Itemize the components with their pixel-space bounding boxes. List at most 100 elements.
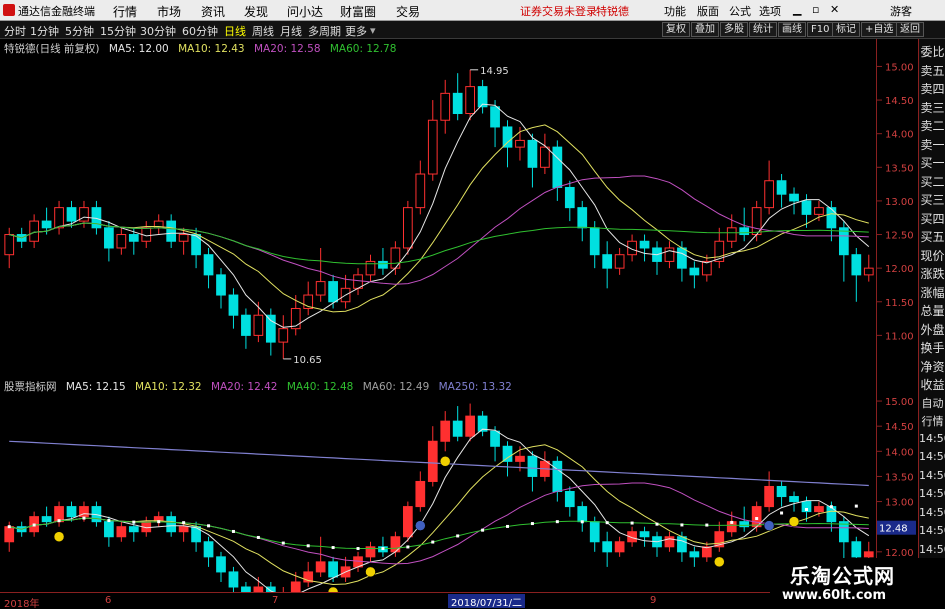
period-weekly[interactable]: 周线 <box>252 23 274 39</box>
ma40-dot <box>655 522 659 526</box>
menu-trade[interactable]: 交易 <box>396 3 420 20</box>
menu-quotes[interactable]: 行情 <box>113 3 137 20</box>
close-icon[interactable]: ✕ <box>830 3 839 16</box>
candlestick-chart[interactable]: 15.00 14.50 14.00 13.50 13.00 12.50 12.00 11.50… <box>0 39 918 377</box>
candle-body <box>465 415 476 437</box>
side-tab-item[interactable]: 卖五 <box>919 62 945 79</box>
quote-side-tab[interactable]: 委比卖五 卖四卖三 卖二卖一 买一买二 买三买四 买五现价 涨跌涨幅 总量外盘 换手净资 收益自动… <box>918 39 945 592</box>
indicator-pane[interactable]: 15.0014.5014.0013.5013.0012.5012.0012.48… <box>0 377 916 592</box>
side-tab-item[interactable]: 买一 <box>919 154 945 171</box>
period-5min[interactable]: 5分钟 <box>65 23 94 39</box>
menu-market[interactable]: 市场 <box>157 3 181 20</box>
period-1min[interactable]: 1分钟 <box>30 23 59 39</box>
period-daily[interactable]: 日线 <box>224 23 246 39</box>
side-tab-item[interactable]: 14:50 <box>919 450 945 463</box>
legend-ma20: MA20: 12.58 <box>253 43 321 55</box>
menu-wealth[interactable]: 财富圈 <box>340 3 376 20</box>
watermark-title: 乐淘公式网 <box>790 564 895 588</box>
candle-body <box>465 86 476 115</box>
side-tab-item[interactable]: 14:50 <box>919 432 945 445</box>
guest-label[interactable]: 游客 <box>890 3 912 19</box>
menu-discover[interactable]: 发现 <box>244 3 268 20</box>
signal-smiley-icon <box>763 520 775 531</box>
chevron-down-icon[interactable]: ▾ <box>370 24 376 37</box>
side-tab-item[interactable]: 买二 <box>919 173 945 190</box>
app-logo-icon <box>3 4 15 16</box>
candle-body <box>664 247 675 262</box>
signal-smiley-icon <box>53 531 65 542</box>
watermark-url: www.60lt.com <box>782 588 887 603</box>
candle-body <box>415 173 426 209</box>
menu-options[interactable]: 选项 <box>759 3 781 19</box>
side-tab-item[interactable]: 14:50 <box>919 506 945 519</box>
side-tab-item[interactable]: 涨幅 <box>919 284 945 301</box>
legend-sub-ma60: MA60: 12.49 <box>362 381 430 393</box>
minimize-icon[interactable]: ▁ <box>793 3 801 16</box>
ma40-dot <box>829 505 833 509</box>
menu-formula[interactable]: 公式 <box>729 3 751 19</box>
side-tab-item[interactable]: 换手 <box>919 339 945 356</box>
candle-body <box>851 541 862 558</box>
candle-body <box>527 139 538 168</box>
tool-add-watchlist[interactable]: +自选 <box>861 22 898 37</box>
candle-body <box>216 556 226 573</box>
candle-body <box>764 485 774 508</box>
side-tab-item[interactable]: 涨跌 <box>919 265 945 282</box>
period-monthly[interactable]: 月线 <box>280 23 302 39</box>
period-30min[interactable]: 30分钟 <box>140 23 176 39</box>
tool-adjust[interactable]: 复权 <box>662 22 690 37</box>
candle-body <box>116 234 127 249</box>
side-tab-item[interactable]: 收益 <box>919 376 945 393</box>
tool-back[interactable]: 返回 <box>896 22 924 37</box>
candle-body <box>789 193 799 202</box>
tool-mark[interactable]: 标记 <box>832 22 860 37</box>
side-tab-item[interactable]: 行情 <box>919 413 945 429</box>
period-60min[interactable]: 60分钟 <box>182 23 218 39</box>
date-axis: 2018年 6 7 2018/07/31/二 9 <box>0 592 876 609</box>
menu-layout[interactable]: 版面 <box>697 3 719 19</box>
tool-f10[interactable]: F10 <box>807 22 834 37</box>
tool-stats[interactable]: 统计 <box>749 22 777 37</box>
side-tab-item[interactable]: 14:50 <box>919 543 945 556</box>
side-tab-item[interactable]: 买五 <box>919 228 945 245</box>
period-intraday[interactable]: 分时 <box>4 23 26 39</box>
login-warning[interactable]: 证券交易未登录 <box>520 3 597 19</box>
legend-stock-name: 特锐德(日线 前复权) <box>4 43 100 55</box>
menu-function[interactable]: 功能 <box>664 3 686 19</box>
candle-body <box>315 281 326 296</box>
side-tab-item[interactable]: 卖四 <box>919 80 945 97</box>
menu-bar: 通达信金融终端 行情 市场 资讯 发现 问小达 财富圈 交易 证券交易未登录 特… <box>0 0 945 21</box>
side-tab-item[interactable]: 总量 <box>919 302 945 319</box>
candle-body <box>639 240 650 249</box>
ma40-dot <box>456 534 460 538</box>
side-tab-item[interactable]: 14:50 <box>919 524 945 537</box>
tool-multi-stock[interactable]: 多股 <box>720 22 748 37</box>
ma40-dot <box>680 523 684 527</box>
side-tab-item[interactable]: 14:50 <box>919 487 945 500</box>
menu-news[interactable]: 资讯 <box>201 3 225 20</box>
side-tab-item[interactable]: 14:50 <box>919 469 945 482</box>
ma40-dot <box>57 519 61 523</box>
side-tab-item[interactable]: 现价 <box>919 247 945 264</box>
restore-icon[interactable]: ▫ <box>812 3 819 16</box>
side-tab-item[interactable]: 买三 <box>919 191 945 208</box>
candle-body <box>178 526 189 533</box>
main-chart-pane[interactable]: 15.00 14.50 14.00 13.50 13.00 12.50 12.00 11.50… <box>0 39 914 377</box>
period-more[interactable]: 更多 <box>345 23 367 39</box>
side-tab-item[interactable]: 委比 <box>919 43 945 60</box>
side-tab-item[interactable]: 卖二 <box>919 117 945 134</box>
side-tab-item[interactable]: 自动 <box>919 395 945 411</box>
side-tab-item[interactable]: 买四 <box>919 210 945 227</box>
candle-body <box>838 227 849 256</box>
side-tab-item[interactable]: 卖一 <box>919 136 945 153</box>
candle-body <box>776 485 787 498</box>
tool-overlay[interactable]: 叠加 <box>691 22 719 37</box>
side-tab-item[interactable]: 卖三 <box>919 99 945 116</box>
candle-body <box>739 521 750 528</box>
side-tab-item[interactable]: 净资 <box>919 358 945 375</box>
period-multi[interactable]: 多周期 <box>308 23 341 39</box>
tool-draw[interactable]: 画线 <box>778 22 806 37</box>
menu-ask[interactable]: 问小达 <box>287 3 323 20</box>
period-15min[interactable]: 15分钟 <box>100 23 136 39</box>
side-tab-item[interactable]: 外盘 <box>919 321 945 338</box>
